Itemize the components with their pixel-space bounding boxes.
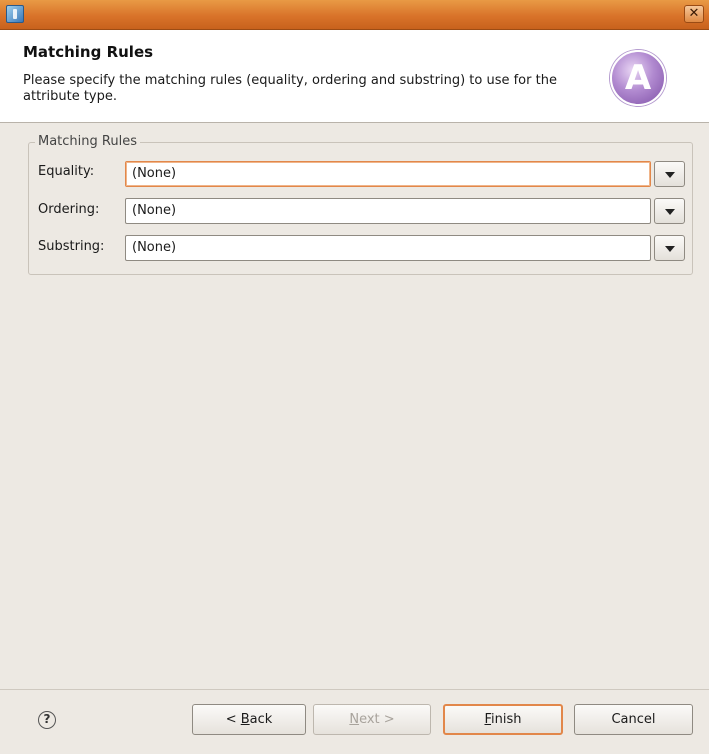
wizard-banner: Matching Rules Please specify the matchi… [0, 30, 709, 123]
back-prefix: < [225, 712, 241, 727]
chevron-down-icon[interactable] [654, 198, 685, 224]
ordering-label: Ordering: [38, 202, 100, 217]
equality-combo[interactable]: (None) [125, 161, 685, 187]
finish-button[interactable]: Finish [443, 704, 563, 735]
matching-rules-group: Matching Rules Equality: (None) Ordering… [28, 134, 693, 275]
equality-field[interactable]: (None) [125, 161, 651, 187]
ordering-combo[interactable]: (None) [125, 198, 685, 224]
footer-separator [0, 689, 709, 690]
substring-combo[interactable]: (None) [125, 235, 685, 261]
chevron-down-icon[interactable] [654, 161, 685, 187]
cancel-button[interactable]: Cancel [574, 704, 693, 735]
chevron-down-icon[interactable] [654, 235, 685, 261]
substring-field[interactable]: (None) [125, 235, 651, 261]
back-button[interactable]: < Back [192, 704, 306, 735]
equality-label: Equality: [38, 164, 95, 179]
wizard-logo-icon: A [610, 50, 666, 106]
page-description: Please specify the matching rules (equal… [23, 73, 557, 104]
window-titlebar: ✕ [0, 0, 709, 30]
substring-label: Substring: [38, 239, 105, 254]
page-title: Matching Rules [23, 43, 154, 61]
group-legend: Matching Rules [35, 134, 140, 149]
back-mnemonic: B [240, 712, 250, 727]
next-rest: ext > [359, 712, 395, 727]
next-button[interactable]: Next > [313, 704, 431, 735]
close-icon[interactable]: ✕ [684, 5, 704, 23]
app-icon [6, 5, 24, 23]
finish-rest: inish [491, 712, 522, 727]
next-mnemonic: N [349, 712, 360, 727]
back-rest: ack [249, 712, 273, 727]
help-icon[interactable]: ? [38, 711, 56, 729]
ordering-field[interactable]: (None) [125, 198, 651, 224]
